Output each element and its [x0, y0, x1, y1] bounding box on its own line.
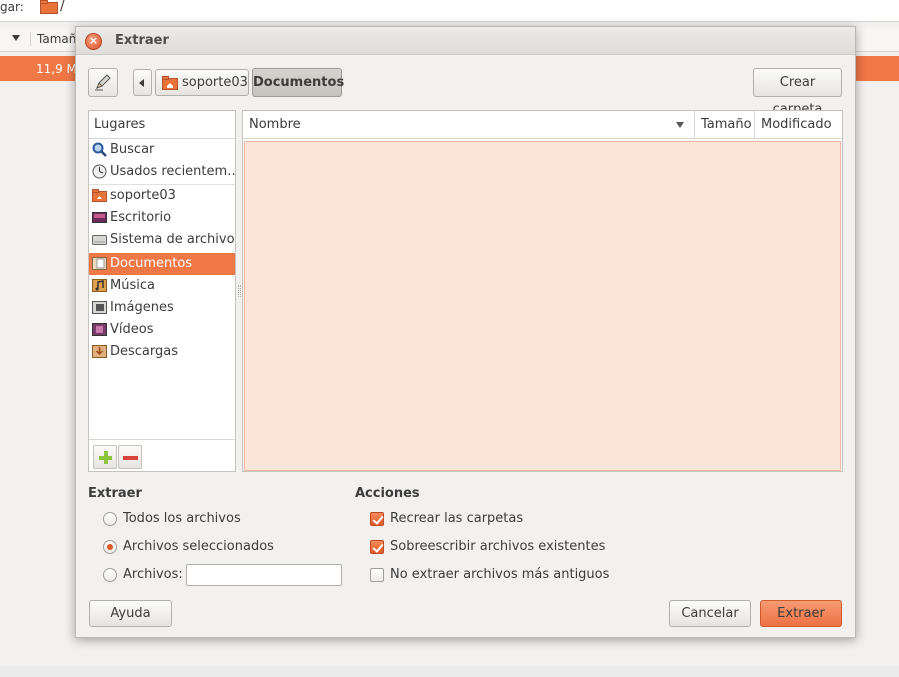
- videos-icon: [92, 323, 107, 336]
- column-modified[interactable]: Modificado: [754, 111, 843, 139]
- checkbox-unchecked[interactable]: [370, 568, 384, 582]
- all-files-label: Todos los archivos: [123, 511, 241, 526]
- place-label: Escritorio: [110, 210, 172, 225]
- downloads-icon: [92, 345, 107, 358]
- place-item-downloads[interactable]: Descargas: [89, 341, 235, 363]
- location-label: gar:: [0, 0, 24, 14]
- minus-icon: [123, 456, 138, 460]
- files-label: Archivos:: [123, 567, 183, 582]
- dialog-title: Extraer: [115, 33, 169, 48]
- column-name[interactable]: Nombre: [243, 111, 694, 139]
- place-label: Documentos: [110, 256, 193, 271]
- place-item-desktop[interactable]: Escritorio: [89, 207, 235, 229]
- sort-down-icon[interactable]: [676, 122, 684, 128]
- place-label: soporte03: [110, 188, 176, 203]
- no-older-label: No extraer archivos más antiguos: [390, 567, 610, 582]
- place-label: Vídeos: [110, 322, 154, 337]
- path-home-label: soporte03: [182, 75, 248, 90]
- recent-icon: [92, 164, 107, 179]
- pictures-icon: [92, 301, 107, 314]
- column-size[interactable]: Tamañ: [30, 32, 76, 46]
- checkbox-checked[interactable]: [370, 540, 384, 554]
- path-button-home[interactable]: soporte03: [155, 69, 249, 96]
- path-button-current[interactable]: Documentos: [252, 68, 344, 97]
- place-label: Buscar: [110, 142, 155, 157]
- search-icon: [92, 142, 107, 157]
- dialog-titlebar: × Extraer: [76, 27, 855, 55]
- place-label: Imágenes: [110, 300, 174, 315]
- extract-button[interactable]: Extraer: [760, 600, 842, 627]
- radio-button[interactable]: [103, 568, 117, 582]
- radio-button-selected[interactable]: [103, 540, 117, 554]
- place-item-search[interactable]: Buscar: [89, 139, 235, 161]
- music-icon: [92, 279, 107, 292]
- no-older-checkbox[interactable]: No extraer archivos más antiguos: [370, 567, 609, 583]
- files-pattern-input[interactable]: [186, 564, 342, 586]
- recreate-folders-label: Recrear las carpetas: [390, 511, 524, 526]
- close-button[interactable]: ×: [85, 33, 102, 50]
- place-item-recent[interactable]: Usados recientem…: [89, 161, 235, 183]
- folder-icon: [40, 0, 58, 14]
- cancel-button[interactable]: Cancelar: [669, 600, 751, 627]
- chevron-left-icon: [139, 79, 144, 87]
- overwrite-checkbox[interactable]: Sobreescribir archivos existentes: [370, 539, 605, 555]
- home-folder-icon: [92, 189, 107, 202]
- column-size[interactable]: Tamaño: [694, 111, 754, 139]
- remove-bookmark-button[interactable]: [118, 445, 142, 469]
- sort-down-icon[interactable]: [12, 35, 20, 41]
- background-location-bar: gar: /: [0, 0, 899, 22]
- place-label: Sistema de archivos: [110, 232, 235, 247]
- selected-files-radio[interactable]: Archivos seleccionados: [103, 539, 274, 555]
- extract-section-title: Extraer: [88, 486, 142, 501]
- place-label: Descargas: [110, 344, 179, 359]
- files-pattern-radio[interactable]: Archivos:: [103, 567, 183, 583]
- desktop-icon: [92, 212, 107, 223]
- edit-location-button[interactable]: [88, 68, 118, 97]
- location-path[interactable]: /: [60, 0, 65, 14]
- pencil-icon: [95, 74, 111, 91]
- radio-button[interactable]: [103, 512, 117, 526]
- checkbox-checked[interactable]: [370, 512, 384, 526]
- place-item-music[interactable]: Música: [89, 275, 235, 297]
- drive-icon: [92, 235, 107, 245]
- status-bar: [0, 666, 899, 677]
- pane-splitter[interactable]: [238, 285, 241, 297]
- place-label: Música: [110, 278, 155, 293]
- path-back-button[interactable]: [133, 69, 152, 96]
- selected-files-label: Archivos seleccionados: [123, 539, 274, 554]
- overwrite-label: Sobreescribir archivos existentes: [390, 539, 606, 554]
- file-list: Nombre Tamaño Modificado: [242, 110, 843, 472]
- place-label: Usados recientem…: [110, 164, 235, 179]
- file-list-body[interactable]: [244, 141, 841, 471]
- file-list-header: Nombre Tamaño Modificado: [243, 111, 842, 139]
- all-files-radio[interactable]: Todos los archivos: [103, 511, 241, 527]
- place-item-pictures[interactable]: Imágenes: [89, 297, 235, 319]
- places-sidebar: Lugares Buscar Usados recientem… soporte…: [88, 110, 236, 472]
- place-item-videos[interactable]: Vídeos: [89, 319, 235, 341]
- actions-section-title: Acciones: [355, 486, 420, 501]
- home-folder-icon: [162, 76, 178, 90]
- places-footer: [89, 439, 235, 471]
- create-folder-button[interactable]: Crear carpeta: [753, 68, 842, 117]
- row-size: 11,9 M: [36, 62, 77, 76]
- extract-dialog: × Extraer soporte03 Documentos Crear car…: [75, 26, 856, 638]
- add-bookmark-button[interactable]: [93, 445, 117, 469]
- close-icon: ×: [88, 34, 99, 47]
- place-item-home[interactable]: soporte03: [89, 185, 235, 207]
- places-header: Lugares: [89, 111, 235, 139]
- place-item-filesystem[interactable]: Sistema de archivos: [89, 229, 235, 251]
- documents-icon: [92, 257, 107, 270]
- help-button[interactable]: Ayuda: [89, 600, 172, 627]
- place-item-documents[interactable]: Documentos: [89, 253, 235, 275]
- recreate-folders-checkbox[interactable]: Recrear las carpetas: [370, 511, 523, 527]
